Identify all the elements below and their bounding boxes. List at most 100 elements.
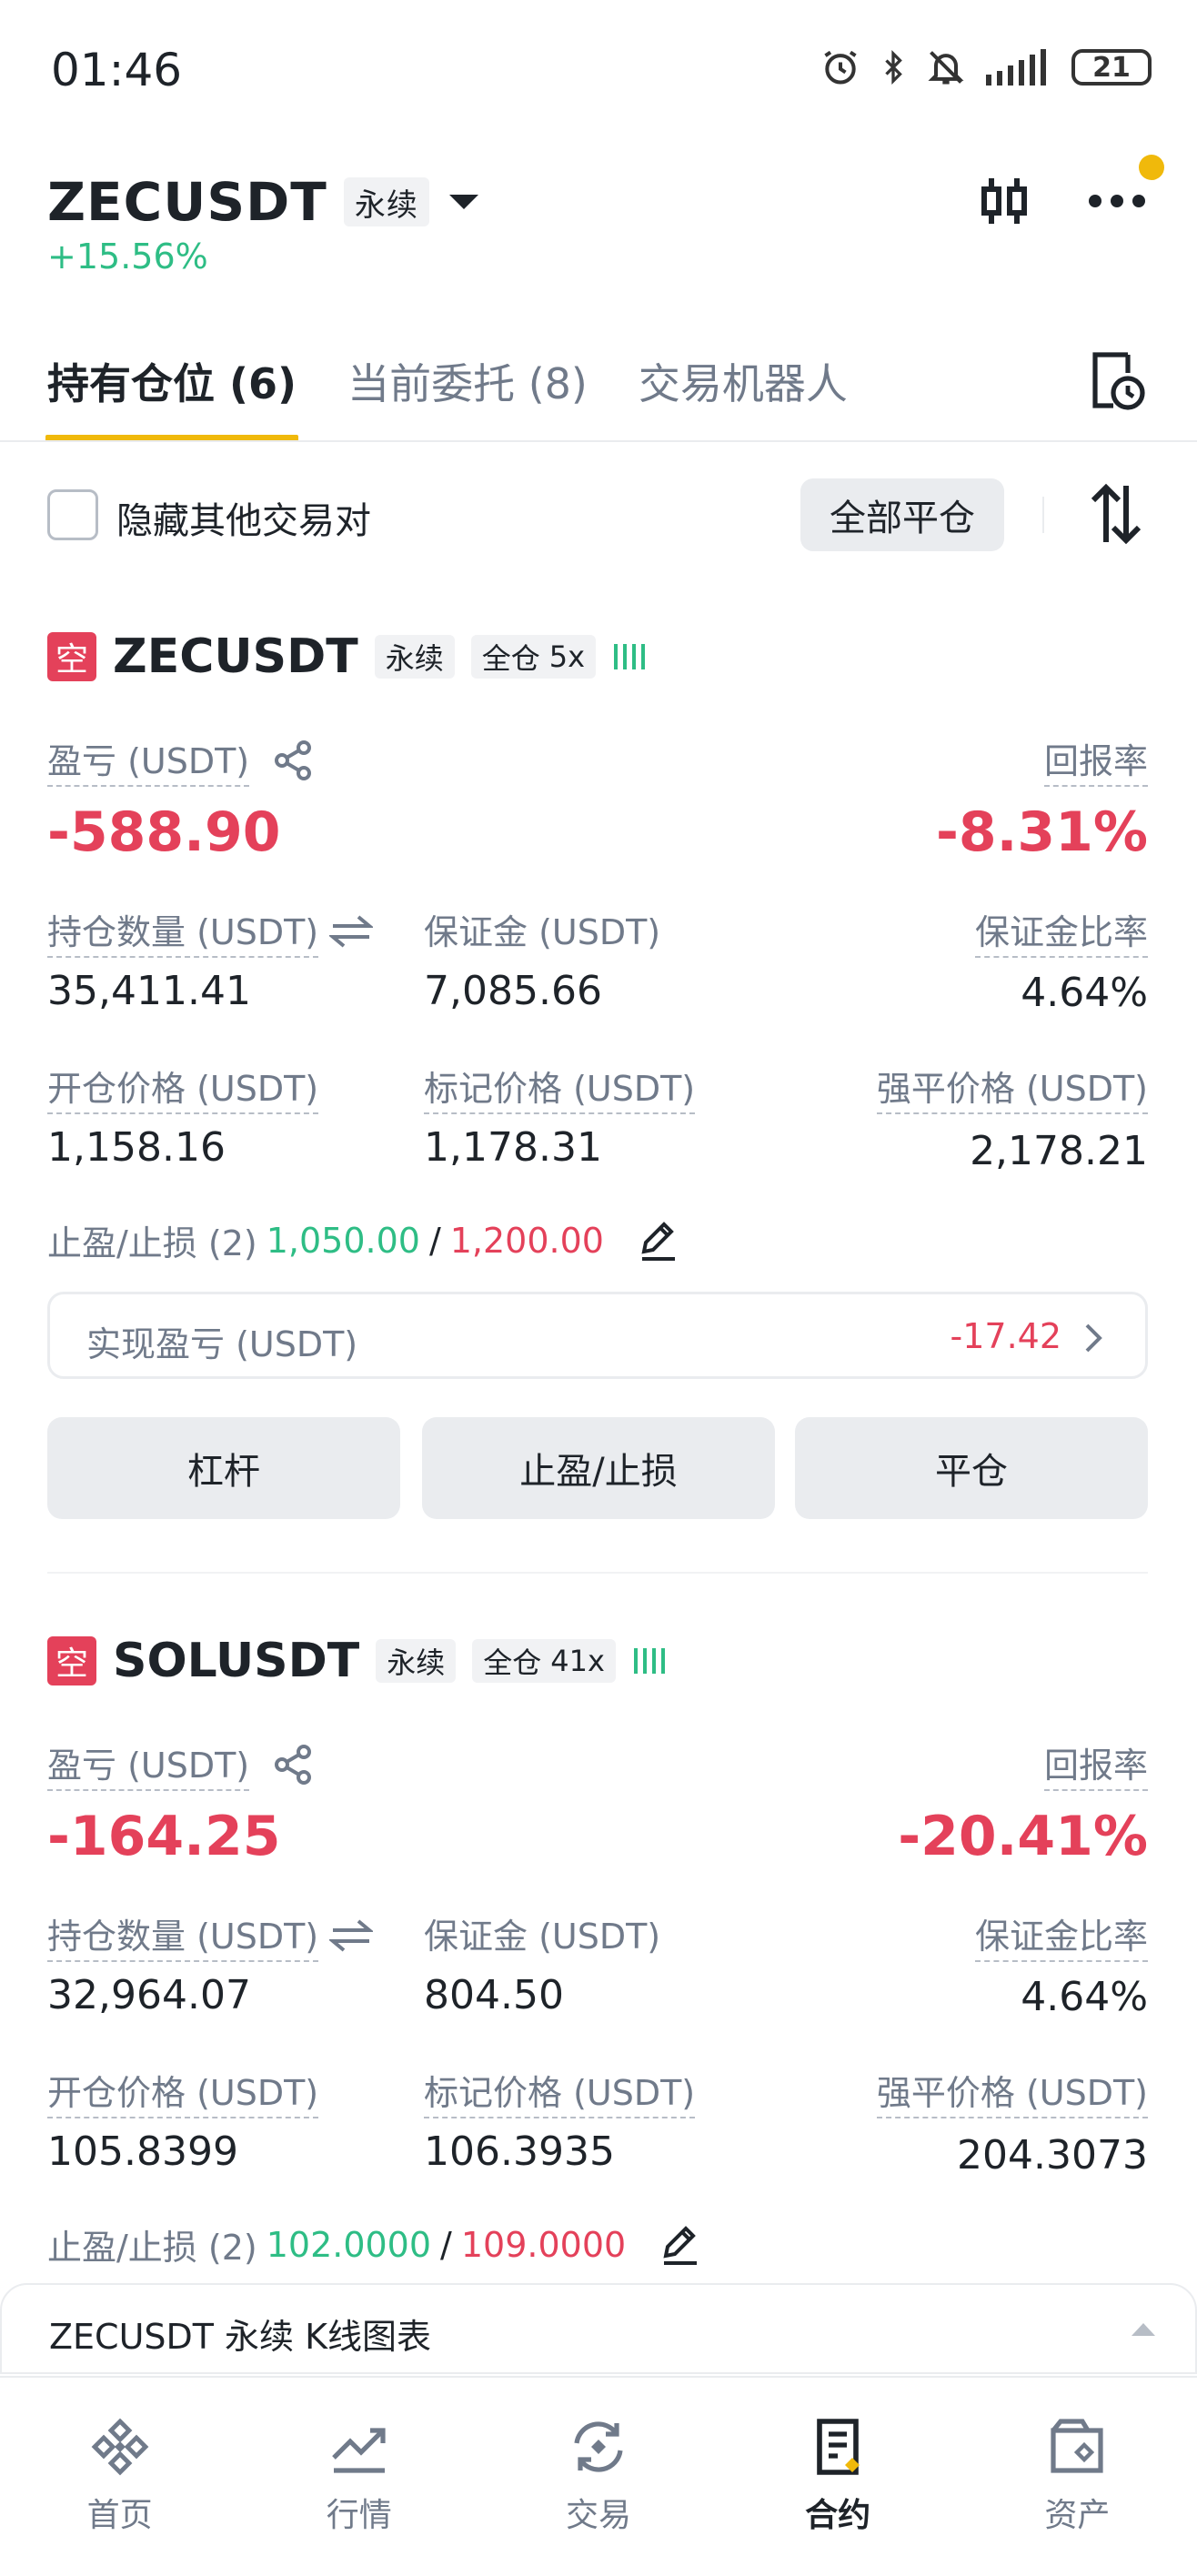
entry-price-value: 105.8399	[47, 2128, 238, 2175]
tpsl-row: 止盈/止损 (2) 102.0000 / 109.0000	[47, 2219, 702, 2269]
liq-price-label: 强平价格 (USDT)	[876, 2065, 1148, 2118]
mark-price-value: 1,178.31	[424, 1124, 602, 1171]
position-tabs: 持有仓位 (6) 当前委托 (8) 交易机器人	[45, 351, 848, 442]
tab-trading-bots[interactable]: 交易机器人	[639, 351, 848, 411]
position-header[interactable]: 空 ZECUSDT 永续 全仓 5x	[47, 629, 649, 684]
short-badge: 空	[47, 632, 96, 681]
notification-dot	[1139, 155, 1164, 180]
liq-price-label: 强平价格 (USDT)	[876, 1061, 1148, 1114]
tab-open-orders[interactable]: 当前委托 (8)	[347, 351, 588, 411]
size-value: 35,411.41	[47, 968, 251, 1014]
nav-home[interactable]: 首页	[29, 2414, 211, 2576]
short-badge: 空	[47, 1636, 96, 1685]
kline-chart-label: ZECUSDT 永续 K线图表	[49, 2317, 432, 2357]
size-value: 32,964.07	[47, 1972, 251, 2018]
more-icon[interactable]	[1088, 193, 1146, 209]
margin-mode-chip: 全仓 5x	[470, 635, 597, 679]
realized-pnl-value: -17.42	[950, 1316, 1062, 1356]
nav-label: 资产	[1044, 2497, 1111, 2534]
margin-ratio-label: 保证金比率	[974, 904, 1148, 958]
sort-icon[interactable]	[1090, 482, 1142, 546]
wallet-icon	[1051, 2419, 1103, 2473]
swap-icon[interactable]	[329, 913, 374, 950]
strength-bars-icon	[614, 644, 646, 669]
hide-other-pairs-checkbox[interactable]	[47, 489, 98, 540]
price-change: +15.56%	[47, 236, 208, 277]
status-icons: 21	[820, 47, 1152, 87]
close-all-button[interactable]: 全部平仓	[800, 478, 1004, 551]
nav-trade[interactable]: 交易	[508, 2414, 689, 2576]
margin-ratio-value: 4.64%	[1021, 970, 1148, 1016]
margin-label: 保证金 (USDT)	[424, 912, 661, 952]
history-icon[interactable]	[1088, 349, 1146, 411]
nav-label: 合约	[805, 2497, 871, 2534]
realized-pnl-label: 实现盈亏 (USDT)	[86, 1324, 358, 1364]
hide-other-pairs-label: 隐藏其他交易对	[116, 500, 371, 542]
card-divider	[47, 1572, 1148, 1574]
strength-bars-icon	[633, 1648, 665, 1674]
margin-ratio-label: 保证金比率	[974, 1908, 1148, 1962]
nav-label: 行情	[326, 2497, 392, 2534]
margin-value: 804.50	[424, 1972, 564, 2018]
chevron-up-icon	[1132, 2323, 1155, 2336]
take-profit-value: 102.0000	[266, 2224, 432, 2265]
mute-icon	[928, 51, 964, 85]
kline-chart-bar[interactable]: ZECUSDT 永续 K线图表	[0, 2283, 1197, 2374]
swap-icon[interactable]	[329, 1917, 374, 1954]
roe-label: 回报率	[1043, 733, 1148, 787]
size-label: 持仓数量 (USDT)	[47, 904, 319, 958]
leverage: 5x	[548, 639, 586, 674]
nav-futures[interactable]: 合约	[747, 2414, 929, 2576]
alarm-icon	[824, 50, 857, 85]
signal-icon	[986, 49, 1046, 86]
edit-icon[interactable]	[659, 2223, 702, 2267]
edit-icon[interactable]	[637, 1219, 680, 1263]
liq-price-value: 204.3073	[957, 2132, 1148, 2179]
share-icon[interactable]	[271, 1743, 315, 1786]
margin-value: 7,085.66	[424, 968, 602, 1014]
mark-price-label: 标记价格 (USDT)	[424, 1061, 696, 1114]
tpsl-button[interactable]: 止盈/止损	[422, 1417, 775, 1519]
close-position-button[interactable]: 平仓	[795, 1417, 1148, 1519]
nav-assets[interactable]: 资产	[986, 2414, 1168, 2576]
take-profit-value: 1,050.00	[266, 1220, 420, 1261]
contract-type-chip: 永续	[376, 1639, 457, 1683]
leverage: 41x	[550, 1644, 605, 1678]
position-symbol: ZECUSDT	[113, 629, 358, 684]
nav-markets[interactable]: 行情	[268, 2414, 450, 2576]
trade-icon	[574, 2421, 623, 2472]
pnl-label: 盈亏 (USDT)	[47, 1737, 250, 1791]
realized-pnl-row[interactable]: 实现盈亏 (USDT) -17.42	[47, 1292, 1148, 1379]
pnl-label: 盈亏 (USDT)	[47, 733, 250, 787]
binance-logo-icon	[91, 2418, 148, 2476]
entry-price-label: 开仓价格 (USDT)	[47, 2065, 319, 2118]
size-label: 持仓数量 (USDT)	[47, 1908, 319, 1962]
tab-positions[interactable]: 持有仓位 (6)	[45, 351, 299, 442]
mark-price-value: 106.3935	[424, 2128, 615, 2175]
pair-selector[interactable]: ZECUSDT 永续	[47, 171, 482, 233]
leverage-button[interactable]: 杠杆	[47, 1417, 400, 1519]
share-icon[interactable]	[271, 739, 315, 782]
status-time: 01:46	[51, 44, 183, 96]
margin-mode-chip: 全仓 41x	[472, 1639, 616, 1683]
mark-price-label: 标记价格 (USDT)	[424, 2065, 696, 2118]
battery-indicator: 21	[1071, 49, 1152, 86]
tpsl-row: 止盈/止损 (2) 1,050.00 / 1,200.00	[47, 1215, 680, 1265]
nav-label: 交易	[565, 2497, 631, 2534]
nav-label: 首页	[86, 2497, 153, 2534]
margin-label: 保证金 (USDT)	[424, 1917, 661, 1957]
roe-value: -8.31%	[935, 800, 1148, 864]
margin-ratio-value: 4.64%	[1021, 1974, 1148, 2020]
pair-title: ZECUSDT	[47, 171, 327, 233]
position-header[interactable]: 空 SOLUSDT 永续 全仓 41x	[47, 1634, 669, 1688]
entry-price-label: 开仓价格 (USDT)	[47, 1061, 319, 1114]
stop-loss-value: 1,200.00	[449, 1220, 604, 1261]
bottom-navigation: 首页 行情 交易 合约 资产	[0, 2376, 1197, 2576]
roe-label: 回报率	[1043, 1737, 1148, 1791]
margin-mode: 全仓	[483, 1645, 542, 1680]
roe-value: -20.41%	[898, 1805, 1148, 1868]
stop-loss-value: 109.0000	[460, 2224, 627, 2265]
candlestick-chart-icon[interactable]	[979, 173, 1030, 229]
market-chart-icon	[331, 2428, 386, 2473]
tabs-divider	[0, 440, 1197, 442]
